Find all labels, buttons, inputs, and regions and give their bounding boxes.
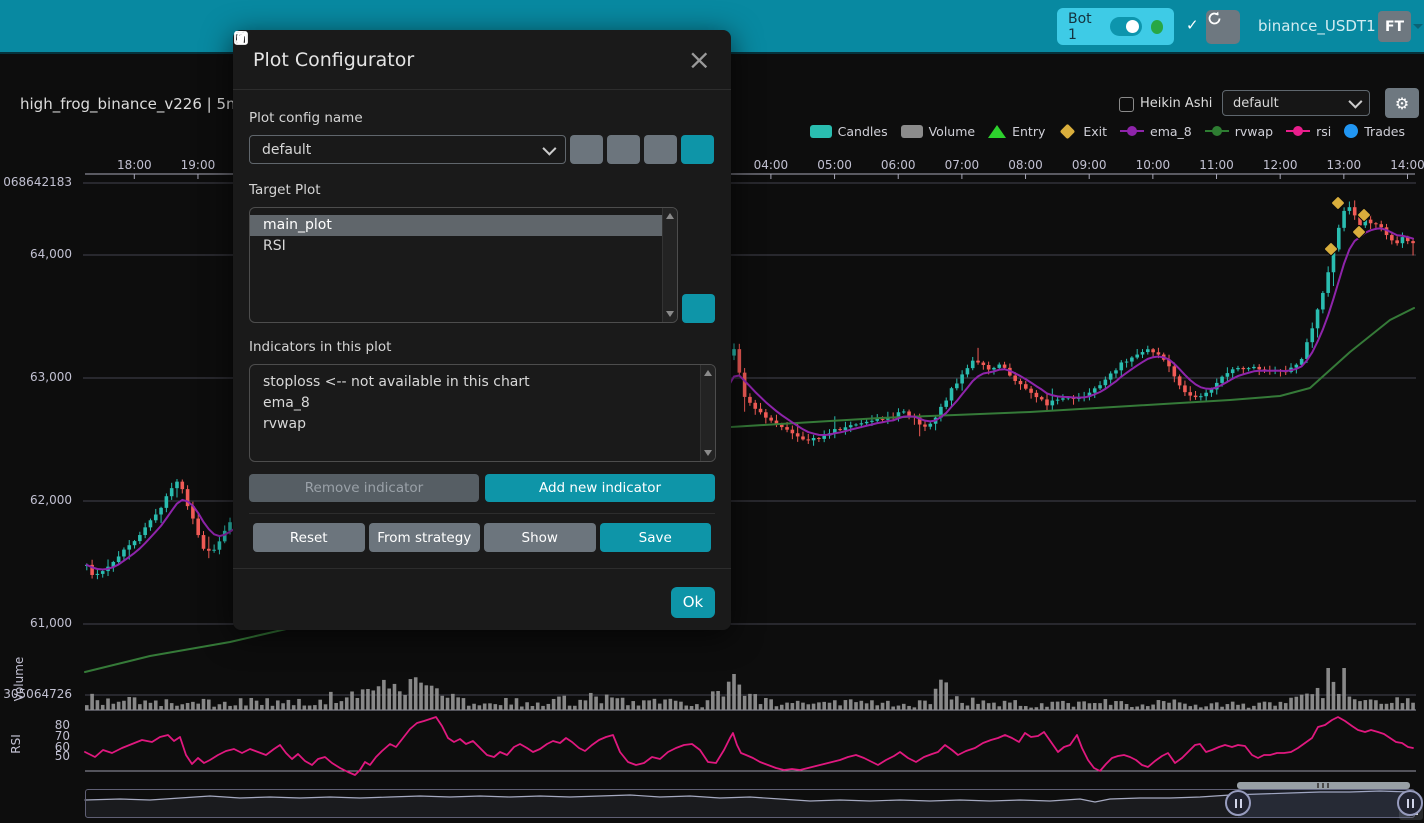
target-plot-item[interactable]: main_plot — [250, 215, 663, 236]
ok-button[interactable]: Ok — [671, 587, 715, 618]
datazoom-right-handle[interactable] — [1397, 790, 1423, 816]
rename-config-button[interactable] — [570, 135, 603, 164]
add-config-button[interactable] — [681, 135, 714, 164]
scroll-down-icon[interactable] — [666, 311, 674, 317]
close-icon[interactable]: × — [688, 50, 711, 70]
add-plot-button[interactable] — [682, 294, 715, 323]
scroll-up-icon[interactable] — [704, 370, 712, 376]
indicators-listbox[interactable]: stoploss <-- not available in this chart… — [249, 364, 716, 462]
config-name-select[interactable]: default — [249, 135, 566, 164]
config-name-select-value: default — [262, 142, 311, 158]
chevron-down-icon — [542, 141, 556, 155]
modal-header: Plot Configurator × — [233, 30, 731, 90]
save-button[interactable]: Save — [600, 523, 712, 552]
indicators-label: Indicators in this plot — [249, 339, 715, 355]
from-strategy-button[interactable]: From strategy — [369, 523, 481, 552]
target-plot-listbox[interactable]: main_plotRSI — [249, 207, 678, 323]
modal-footer: Ok — [233, 568, 731, 635]
target-plot-item[interactable]: RSI — [250, 236, 663, 257]
scroll-down-icon[interactable] — [704, 450, 712, 456]
datazoom-navigator[interactable] — [85, 789, 1415, 818]
indicator-item[interactable]: ema_8 — [250, 393, 701, 414]
remove-indicator-button[interactable]: Remove indicator — [249, 474, 479, 502]
scrollbar-grip-icon[interactable] — [1317, 783, 1329, 788]
reset-button[interactable]: Reset — [253, 523, 365, 552]
datazoom-selected-window[interactable] — [1238, 789, 1410, 818]
add-new-indicator-button[interactable]: Add new indicator — [485, 474, 715, 502]
datazoom-left-handle[interactable] — [1225, 790, 1251, 816]
indicator-item[interactable]: stoploss <-- not available in this chart — [250, 372, 701, 393]
target-plot-label: Target Plot — [249, 182, 715, 198]
plot-configurator-modal: Plot Configurator × Plot config name def… — [233, 30, 731, 630]
duplicate-config-button[interactable] — [607, 135, 640, 164]
plot-config-name-label: Plot config name — [249, 110, 715, 126]
delete-config-button[interactable] — [644, 135, 677, 164]
modal-title: Plot Configurator — [253, 49, 414, 71]
show-button[interactable]: Show — [484, 523, 596, 552]
scrollbar[interactable] — [662, 208, 677, 322]
app-root: Bot 1 ✓ binance_USDT1 FT high_frog_binan… — [0, 0, 1424, 823]
scroll-up-icon[interactable] — [666, 213, 674, 219]
square-plus-icon — [233, 30, 249, 46]
indicator-item[interactable]: rvwap — [250, 414, 701, 435]
scrollbar[interactable] — [700, 365, 715, 461]
